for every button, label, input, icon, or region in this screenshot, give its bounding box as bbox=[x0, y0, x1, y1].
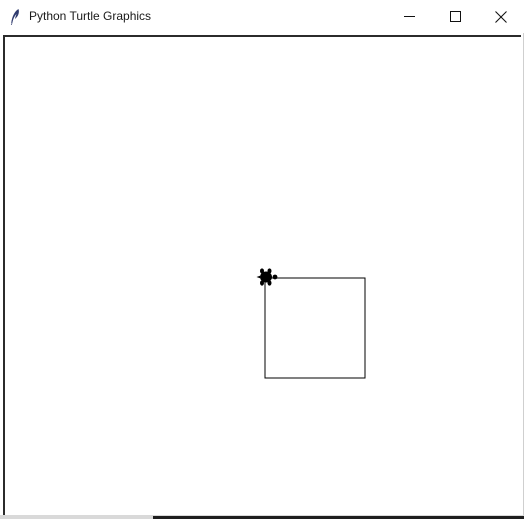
drawn-square bbox=[264, 277, 366, 379]
maximize-button[interactable] bbox=[432, 0, 478, 33]
drawing-layer bbox=[256, 268, 366, 379]
feather-icon bbox=[10, 9, 19, 25]
minimize-button[interactable] bbox=[386, 0, 432, 33]
title-bar[interactable]: Python Turtle Graphics bbox=[0, 0, 524, 33]
minimize-icon bbox=[403, 16, 415, 17]
close-button[interactable] bbox=[478, 0, 524, 33]
turtle-icon bbox=[256, 268, 278, 286]
turtle-window: Python Turtle Graphics bbox=[0, 0, 524, 519]
maximize-icon bbox=[449, 11, 461, 22]
turtle-canvas[interactable] bbox=[5, 37, 521, 518]
close-icon bbox=[495, 10, 507, 23]
turtle-canvas-frame bbox=[3, 35, 521, 518]
window-title: Python Turtle Graphics bbox=[29, 9, 152, 23]
